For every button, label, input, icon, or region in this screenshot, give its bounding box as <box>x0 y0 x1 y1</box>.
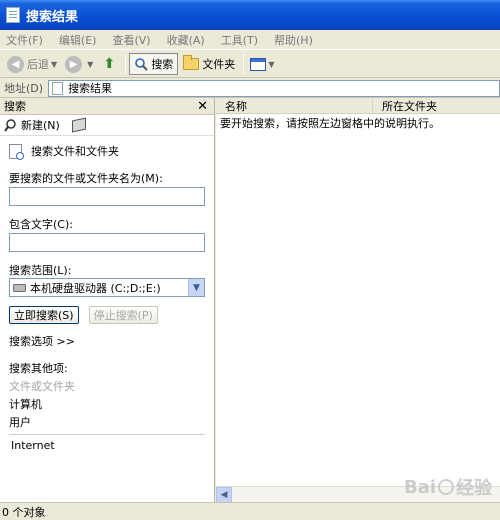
address-label: 地址(D) <box>4 82 44 95</box>
results-message: 要开始搜索，请按照左边窗格中的说明执行。 <box>220 117 440 130</box>
watermark-text: Bai <box>403 476 436 498</box>
toolbar: ◀ 后退 ▼ ▶ ▼ ⬆ 搜索 文件夹 ▼ <box>0 51 500 78</box>
menu-file[interactable]: 文件(F) <box>6 32 43 48</box>
contains-field[interactable] <box>9 233 205 252</box>
address-input[interactable]: 搜索结果 <box>48 79 500 97</box>
other-link-user[interactable]: 用户 <box>9 414 205 430</box>
internet-link[interactable]: Internet <box>9 439 205 452</box>
watermark: Bai 经验 <box>404 474 492 500</box>
search-now-button[interactable]: 立即搜索(S) <box>9 306 79 324</box>
other-link-files[interactable]: 文件或文件夹 <box>9 378 205 394</box>
close-icon[interactable]: ✕ <box>197 99 208 114</box>
watermark-text-2: 经验 <box>456 478 492 499</box>
search-pane-toolbar: 新建(N) <box>0 115 214 136</box>
scope-value: 本机硬盘驱动器 (C:;D:;E:) <box>30 281 161 295</box>
contains-field-label: 包含文字(C): <box>9 218 73 231</box>
menu-bar: 文件(F) 编辑(E) 查看(V) 收藏(A) 工具(T) 帮助(H) <box>0 30 500 50</box>
menu-edit[interactable]: 编辑(E) <box>59 32 97 48</box>
document-icon <box>52 81 64 95</box>
window-title: 搜索结果 <box>26 9 79 25</box>
baidu-paw-icon <box>438 479 454 495</box>
toolbar-separator <box>125 54 127 74</box>
name-field-label: 要搜索的文件或文件夹名为(M): <box>9 172 163 185</box>
column-headers: 名称 所在文件夹 <box>216 98 500 114</box>
content-area: 搜索 ✕ 新建(N) 搜索文件和文件夹 要搜索的文件或文件夹名为(M): 包含文… <box>0 98 500 503</box>
task-title-text: 搜索文件和文件夹 <box>31 145 119 158</box>
menu-tools[interactable]: 工具(T) <box>221 32 258 48</box>
back-label: 后退 <box>27 58 49 71</box>
menu-view[interactable]: 查看(V) <box>112 32 150 48</box>
folders-button[interactable]: 文件夹 <box>180 53 238 75</box>
forward-button[interactable]: ▶ ▼ <box>62 53 96 75</box>
scope-select[interactable]: 本机硬盘驱动器 (C:;D:;E:) ▼ <box>9 278 205 297</box>
menu-help[interactable]: 帮助(H) <box>274 32 313 48</box>
search-options-link[interactable]: 搜索选项 >> <box>9 333 205 349</box>
status-bar: 0 个对象 <box>0 502 500 520</box>
search-label: 搜索 <box>151 58 174 71</box>
search-icon <box>135 58 149 71</box>
up-folder-button[interactable]: ⬆ <box>98 53 120 75</box>
search-files-icon <box>9 143 24 160</box>
search-pane: 搜索 ✕ 新建(N) 搜索文件和文件夹 要搜索的文件或文件夹名为(M): 包含文… <box>0 98 215 502</box>
back-button[interactable]: ◀ 后退 ▼ <box>4 53 60 75</box>
other-search-title: 搜索其他项: <box>9 362 68 375</box>
column-header-location[interactable]: 所在文件夹 <box>373 98 500 114</box>
column-header-name[interactable]: 名称 <box>216 98 373 114</box>
address-value: 搜索结果 <box>68 82 113 95</box>
help-book-icon[interactable] <box>71 117 86 133</box>
back-arrow-icon: ◀ <box>7 55 24 73</box>
task-title: 搜索文件和文件夹 <box>9 142 205 160</box>
search-buttons: 立即搜索(S) 停止搜索(P) <box>9 306 205 324</box>
other-link-computer[interactable]: 计算机 <box>9 396 205 412</box>
menu-favorites[interactable]: 收藏(A) <box>167 32 205 48</box>
chevron-down-icon[interactable]: ▼ <box>51 60 57 69</box>
results-pane: 名称 所在文件夹 要开始搜索，请按照左边窗格中的说明执行。 ◀ <box>216 98 500 503</box>
new-label: 新建(N) <box>21 119 60 132</box>
hard-drive-icon <box>13 283 26 292</box>
address-bar: 地址(D) 搜索结果 <box>0 79 500 98</box>
folder-icon <box>183 55 200 70</box>
divider <box>9 434 205 435</box>
search-results-icon <box>6 7 20 23</box>
views-button[interactable]: ▼ <box>247 53 277 75</box>
magnifier-icon <box>4 119 16 132</box>
up-folder-icon: ⬆ <box>103 56 116 72</box>
search-pane-header: 搜索 ✕ <box>0 98 214 115</box>
name-field[interactable] <box>9 187 205 206</box>
scroll-left-icon[interactable]: ◀ <box>216 486 232 503</box>
chevron-down-icon[interactable]: ▼ <box>188 279 204 296</box>
new-search-button[interactable]: 新建(N) <box>4 117 60 133</box>
search-button[interactable]: 搜索 <box>129 53 179 75</box>
folders-label: 文件夹 <box>202 58 236 71</box>
chevron-down-icon: ▼ <box>268 59 275 69</box>
forward-arrow-icon: ▶ <box>65 55 83 73</box>
scope-label: 搜索范围(L): <box>9 264 72 277</box>
toolbar-separator <box>243 54 245 74</box>
title-bar[interactable]: 搜索结果 <box>0 0 500 30</box>
status-text: 0 个对象 <box>2 505 46 519</box>
search-pane-title: 搜索 <box>4 100 26 113</box>
views-icon <box>250 57 267 71</box>
stop-search-button[interactable]: 停止搜索(P) <box>88 306 158 324</box>
chevron-down-icon[interactable]: ▼ <box>87 60 93 69</box>
